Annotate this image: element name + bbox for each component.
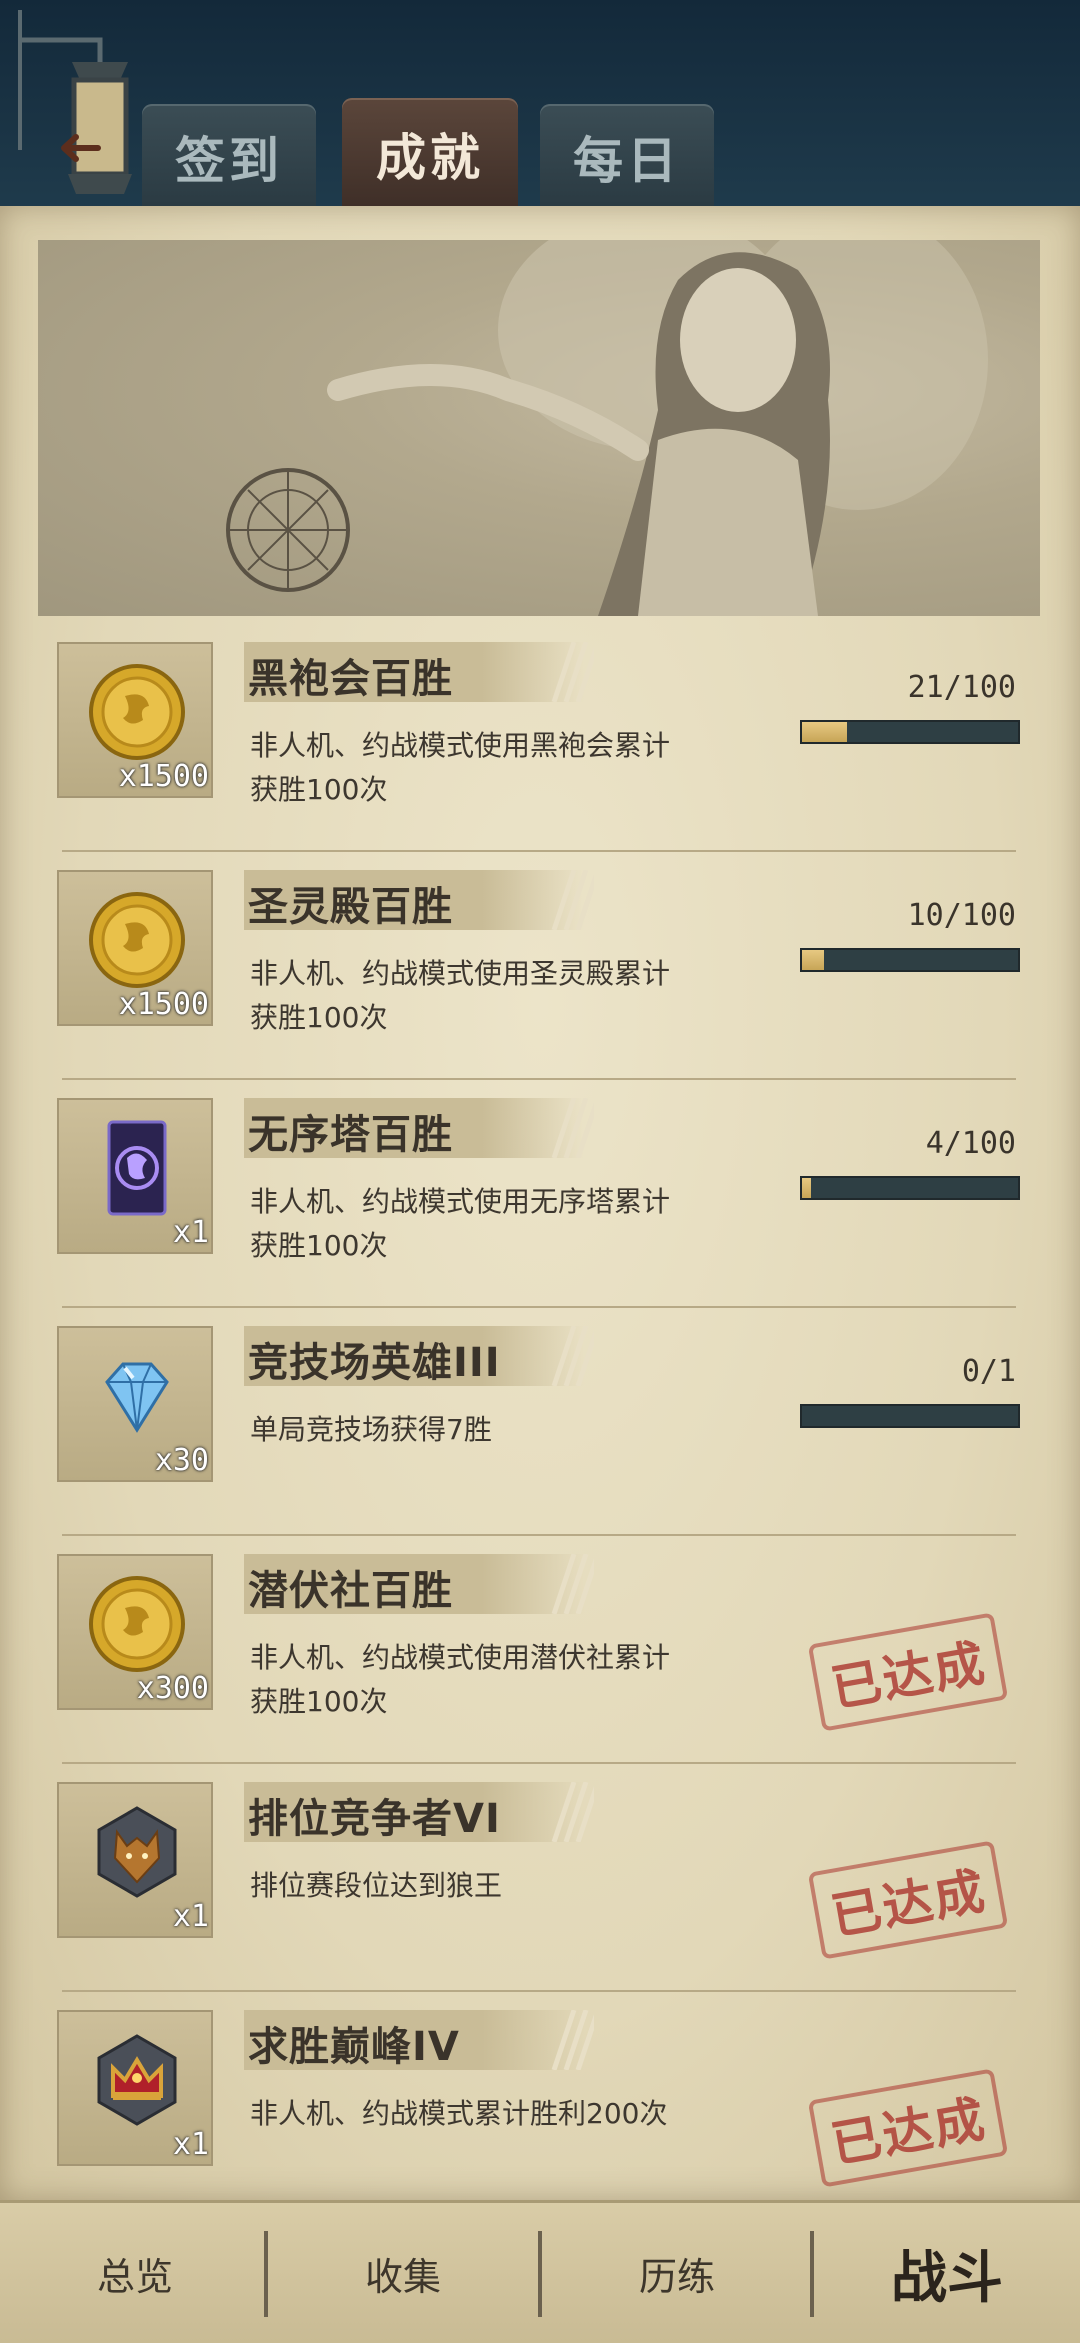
reward-quantity: x1 xyxy=(172,2127,209,2162)
reward-quantity: x30 xyxy=(154,1443,209,1478)
progress-text: 10/100 xyxy=(907,898,1016,933)
gold-coin-icon xyxy=(89,892,185,988)
reward-quantity: x1500 xyxy=(118,987,209,1022)
achievement-description: 非人机、约战模式使用圣灵殿累计获胜100次 xyxy=(250,957,671,1034)
reward-quantity: x1500 xyxy=(118,759,209,794)
progress-text: 0/1 xyxy=(961,1354,1016,1389)
achievement-item[interactable]: x1500 黑袍会百胜 非人机、约战模式使用黑袍会累计获胜100次 21/100 xyxy=(38,624,1040,852)
nav-overview[interactable]: 总览 xyxy=(0,2203,270,2343)
stripes-decoration xyxy=(551,1098,594,1158)
achievement-title: 求胜巅峰IV xyxy=(248,2024,460,2070)
reward-box: x1 xyxy=(57,2010,213,2166)
progress-text: 4/100 xyxy=(925,1126,1016,1161)
stripes-decoration xyxy=(551,1782,594,1842)
back-arrow-icon xyxy=(61,134,101,162)
achievement-panel: x1500 黑袍会百胜 非人机、约战模式使用黑袍会累计获胜100次 21/100… xyxy=(0,206,1080,2220)
diamond-icon xyxy=(105,1362,169,1433)
achievement-description: 非人机、约战模式累计胜利200次 xyxy=(250,2097,668,2130)
reward-box: x1 xyxy=(57,1782,213,1938)
crown-icon xyxy=(97,2034,177,2126)
completed-stamp: 已达成 xyxy=(807,1840,1009,1960)
progress-bar xyxy=(800,720,1020,744)
achievement-title: 竞技场英雄III xyxy=(248,1340,501,1386)
progress-bar xyxy=(800,948,1020,972)
stripes-decoration xyxy=(551,1326,594,1386)
bottom-nav: 总览 收集 历练 战斗 xyxy=(0,2200,1080,2343)
achievement-item[interactable]: x1 排位竞争者VI 排位赛段位达到狼王 已达成 xyxy=(38,1764,1040,1992)
achievement-item[interactable]: x1500 圣灵殿百胜 非人机、约战模式使用圣灵殿累计获胜100次 10/100 xyxy=(38,852,1040,1080)
stripes-decoration xyxy=(551,642,594,702)
achievement-title: 潜伏社百胜 xyxy=(248,1568,453,1614)
progress-fill xyxy=(802,1178,811,1198)
back-button[interactable] xyxy=(52,118,108,178)
achievement-description: 非人机、约战模式使用黑袍会累计获胜100次 xyxy=(250,729,671,806)
progress-bar xyxy=(800,1176,1020,1200)
wolf-emblem-icon xyxy=(97,1806,177,1898)
achievement-item[interactable]: x300 潜伏社百胜 非人机、约战模式使用潜伏社累计获胜100次 已达成 xyxy=(38,1536,1040,1764)
reward-quantity: x300 xyxy=(136,1671,209,1706)
hero-banner-illustration xyxy=(38,240,1040,616)
achievement-title: 圣灵殿百胜 xyxy=(248,884,453,930)
progress-fill xyxy=(802,722,848,742)
tab-daily[interactable]: 每日 xyxy=(540,104,714,210)
completed-stamp: 已达成 xyxy=(807,1612,1009,1732)
reward-quantity: x1 xyxy=(172,1899,209,1934)
tab-signin[interactable]: 签到 xyxy=(142,104,316,210)
stripes-decoration xyxy=(551,870,594,930)
achievement-item[interactable]: x30 竞技场英雄III 单局竞技场获得7胜 0/1 xyxy=(38,1308,1040,1536)
gold-coin-icon xyxy=(89,1576,185,1672)
completed-stamp: 已达成 xyxy=(807,2068,1009,2188)
gold-coin-icon xyxy=(89,664,185,760)
progress-bar xyxy=(800,1404,1020,1428)
achievement-description: 排位赛段位达到狼王 xyxy=(250,1869,503,1902)
achievement-item[interactable]: x1 求胜巅峰IV 非人机、约战模式累计胜利200次 已达成 xyxy=(38,1992,1040,2220)
achievement-description: 单局竞技场获得7胜 xyxy=(250,1413,492,1446)
nav-collect[interactable]: 收集 xyxy=(268,2203,538,2343)
achievement-title: 排位竞争者VI xyxy=(248,1796,501,1842)
card-back-icon xyxy=(107,1120,167,1216)
achievement-item[interactable]: x1 无序塔百胜 非人机、约战模式使用无序塔累计获胜100次 4/100 xyxy=(38,1080,1040,1308)
reward-box: x1 xyxy=(57,1098,213,1254)
reward-quantity: x1 xyxy=(172,1215,209,1250)
achievement-title: 黑袍会百胜 xyxy=(248,656,453,702)
reward-box: x300 xyxy=(57,1554,213,1710)
progress-text: 21/100 xyxy=(907,670,1016,705)
reward-box: x1500 xyxy=(57,870,213,1026)
reward-box: x30 xyxy=(57,1326,213,1482)
stripes-decoration xyxy=(551,2010,594,2070)
tab-achievements[interactable]: 成就 xyxy=(342,98,518,210)
achievement-title: 无序塔百胜 xyxy=(248,1112,453,1158)
nav-training[interactable]: 历练 xyxy=(542,2203,812,2343)
progress-fill xyxy=(802,950,824,970)
achievement-description: 非人机、约战模式使用无序塔累计获胜100次 xyxy=(250,1185,671,1262)
top-bar: 签到 成就 每日 xyxy=(0,0,1080,210)
lantern-icon xyxy=(18,10,132,194)
reward-box: x1500 xyxy=(57,642,213,798)
stripes-decoration xyxy=(551,1554,594,1614)
nav-battle[interactable]: 战斗 xyxy=(814,2203,1080,2343)
achievement-description: 非人机、约战模式使用潜伏社累计获胜100次 xyxy=(250,1641,671,1718)
